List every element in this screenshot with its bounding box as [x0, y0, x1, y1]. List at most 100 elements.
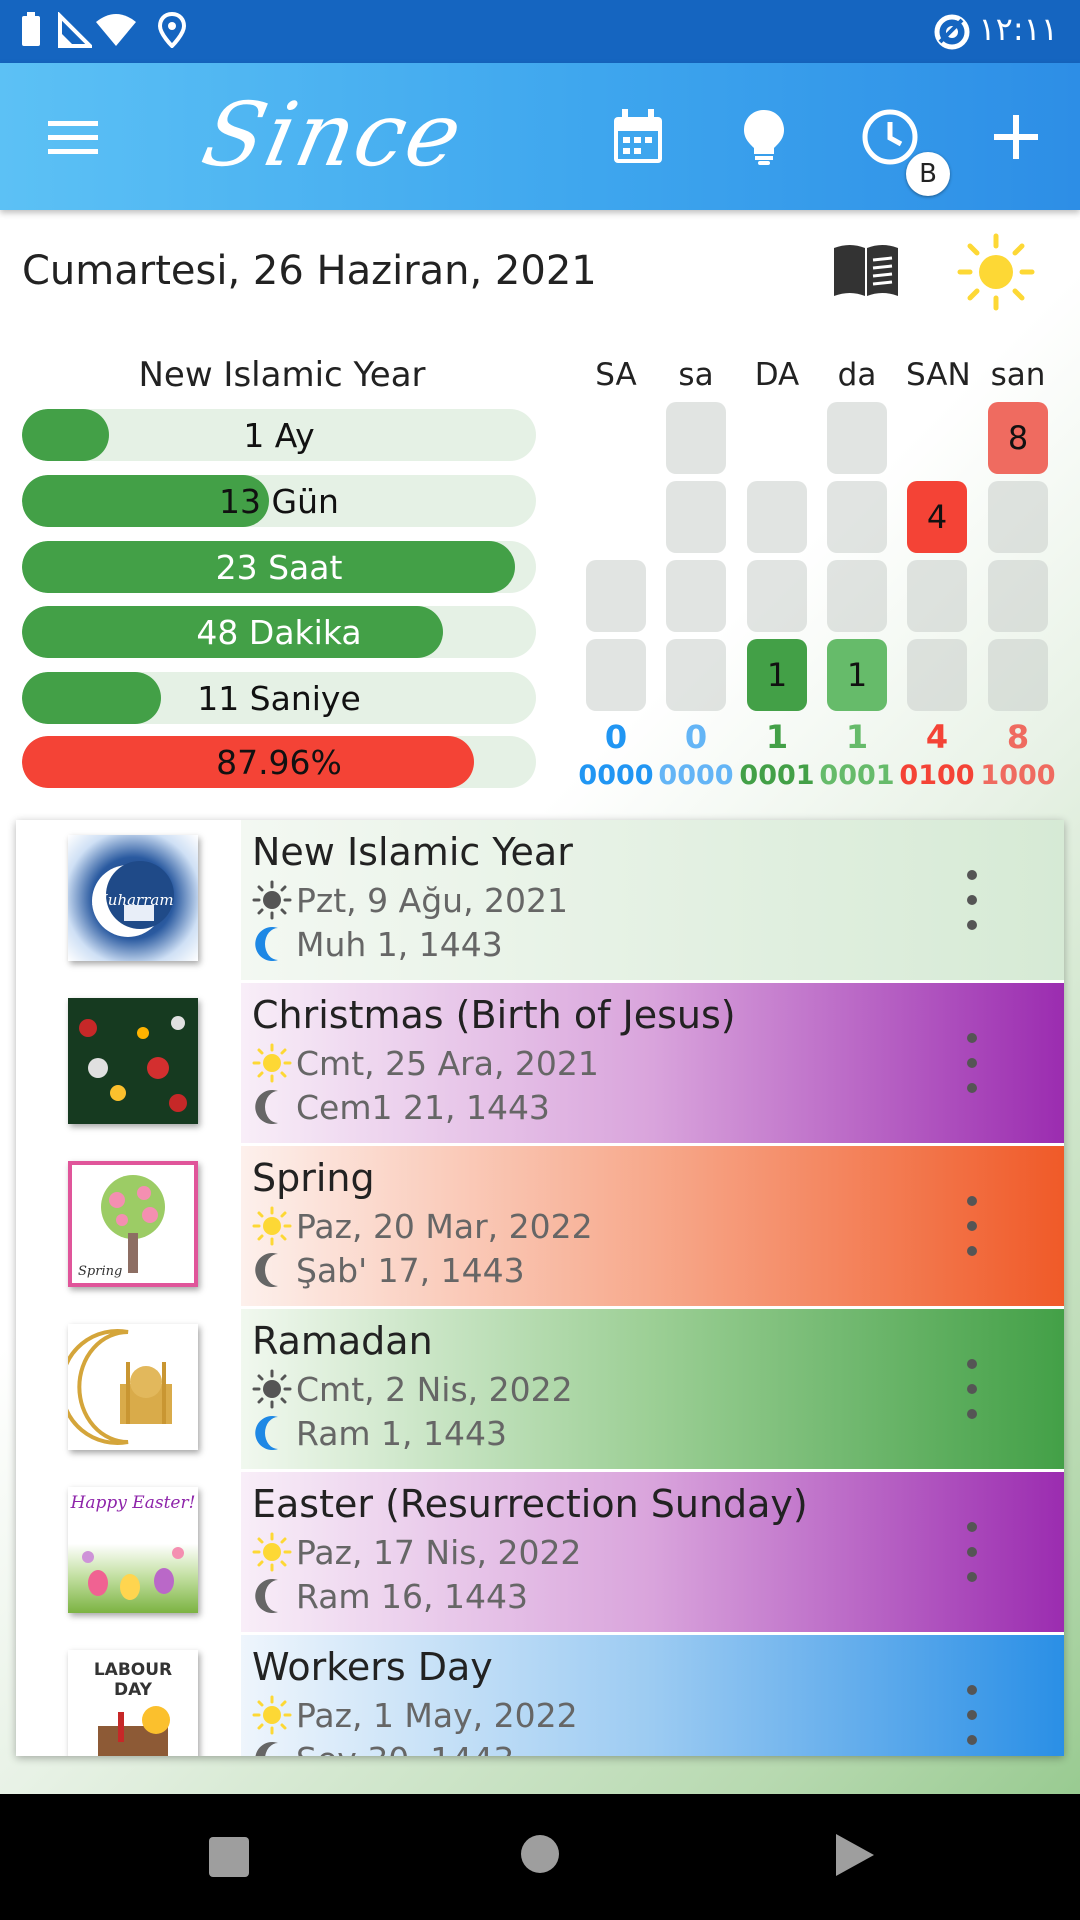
signal-icon	[58, 12, 92, 48]
more-button[interactable]	[952, 870, 992, 930]
back-button[interactable]	[834, 1832, 876, 1882]
sun-icon	[957, 233, 1035, 311]
list-item[interactable]: Christmas (Birth of Jesus) Cmt, 25 Ara, …	[16, 983, 1064, 1143]
progress-bar: 13 Gün	[22, 475, 536, 527]
recents-button[interactable]	[208, 1836, 250, 1882]
gregorian-date-text: Paz, 1 May, 2022	[296, 1695, 578, 1735]
gregorian-date-text: Cmt, 2 Nis, 2022	[296, 1369, 573, 1409]
book-button[interactable]	[832, 242, 900, 302]
binary-cell	[827, 402, 887, 474]
hijri-date-text: Ram 16, 1443	[296, 1576, 529, 1616]
home-icon	[521, 1835, 559, 1873]
hijri-date-text: Muh 1, 1443	[296, 924, 503, 964]
column-binary: 1000	[980, 760, 1056, 791]
ramadan-crescent-image	[68, 1324, 198, 1450]
thumb-caption: LABOUR DAY	[93, 1660, 173, 1700]
current-date: Cumartesi, 26 Haziran, 2021	[22, 248, 597, 294]
binary-cell	[827, 481, 887, 553]
binary-cell: 1	[827, 639, 887, 711]
clock-icon	[862, 109, 918, 165]
home-button[interactable]	[520, 1834, 560, 1878]
add-icon	[994, 115, 1038, 159]
thumb-caption: Muharram	[92, 891, 174, 909]
gregorian-date: Cmt, 2 Nis, 2022	[252, 1369, 573, 1409]
event-list[interactable]: Muharram New Islamic Year Pzt, 9 Ağu, 20…	[16, 820, 1064, 1756]
theme-button[interactable]	[956, 232, 1036, 316]
more-button[interactable]	[952, 1196, 992, 1256]
gregorian-date-text: Paz, 17 Nis, 2022	[296, 1532, 582, 1572]
progress-bar: 1 Ay	[22, 409, 536, 461]
more-button[interactable]	[952, 1685, 992, 1745]
binary-cell	[586, 560, 646, 632]
moon-icon	[252, 1739, 292, 1756]
binary-cell	[666, 402, 726, 474]
countdown-title: New Islamic Year	[138, 355, 426, 395]
list-item[interactable]: LABOUR DAY Workers Day Paz, 1 May, 2022 …	[16, 1635, 1064, 1756]
column-count: 1	[845, 718, 869, 756]
progress-label: 23 Saat	[215, 547, 343, 587]
tips-button[interactable]	[728, 101, 800, 173]
column-binary: 0000	[658, 760, 734, 791]
binary-cell	[827, 560, 887, 632]
sun-icon	[252, 1369, 292, 1409]
status-time: ١٢:١١	[978, 10, 1058, 48]
event-title: Christmas (Birth of Jesus)	[252, 993, 736, 1037]
more-button[interactable]	[952, 1522, 992, 1582]
more-button[interactable]	[952, 1033, 992, 1093]
moon-icon	[252, 1576, 292, 1616]
gregorian-date: Cmt, 25 Ara, 2021	[252, 1043, 599, 1083]
menu-button[interactable]	[37, 101, 109, 173]
moon-icon	[252, 1250, 292, 1290]
list-item[interactable]: Spring Spring Paz, 20 Mar, 2022 Şab' 17,…	[16, 1146, 1064, 1306]
column-count: 0	[604, 718, 628, 756]
binary-cell	[988, 639, 1048, 711]
binary-cell	[747, 481, 807, 553]
thumb-caption: Happy Easter!	[70, 1493, 196, 1513]
progress-label: 87.96%	[216, 742, 342, 782]
list-item[interactable]: Muharram New Islamic Year Pzt, 9 Ağu, 20…	[16, 820, 1064, 980]
gregorian-date-text: Pzt, 9 Ağu, 2021	[296, 880, 569, 920]
hijri-date: Muh 1, 1443	[252, 924, 503, 964]
column-header: san	[990, 357, 1046, 393]
list-item[interactable]: Happy Easter! Easter (Resurrection Sunda…	[16, 1472, 1064, 1632]
column-count: 4	[925, 718, 949, 756]
hijri-date: Ram 16, 1443	[252, 1576, 528, 1616]
easter-eggs-image: Happy Easter!	[68, 1487, 198, 1613]
sun-icon	[252, 880, 292, 920]
gregorian-date-text: Paz, 20 Mar, 2022	[296, 1206, 593, 1246]
event-title: New Islamic Year	[252, 830, 573, 874]
lightbulb-icon	[744, 110, 784, 165]
progress-label: 1 Ay	[243, 415, 315, 455]
column-header: SAN	[906, 357, 971, 393]
hijri-date-text: Cem1 21, 1443	[296, 1087, 550, 1127]
event-title: Easter (Resurrection Sunday)	[252, 1482, 808, 1526]
gregorian-date: Pzt, 9 Ağu, 2021	[252, 880, 568, 920]
moon-icon	[252, 924, 292, 964]
calendar-icon	[614, 109, 662, 163]
hijri-date: Cem1 21, 1443	[252, 1087, 550, 1127]
column-binary: 0001	[819, 760, 895, 791]
binary-cell	[666, 481, 726, 553]
progress-bar: 87.96%	[22, 736, 536, 788]
hijri-date-text: Şev 30, 1443	[296, 1740, 514, 1757]
add-button[interactable]	[980, 101, 1052, 173]
hijri-date: Şab' 17, 1443	[252, 1250, 525, 1290]
list-item[interactable]: Ramadan Cmt, 2 Nis, 2022 Ram 1, 1443	[16, 1309, 1064, 1469]
thumb-caption: Spring	[78, 1264, 123, 1279]
gregorian-date: Paz, 17 Nis, 2022	[252, 1532, 581, 1572]
column-header: SA	[595, 357, 637, 393]
clock-badge: B	[906, 152, 950, 196]
binary-cell	[988, 560, 1048, 632]
wifi-icon	[96, 14, 136, 46]
column-header: DA	[754, 357, 800, 393]
more-button[interactable]	[952, 1359, 992, 1419]
spring-tree-image: Spring	[68, 1161, 198, 1287]
menu-icon	[48, 121, 98, 154]
sun-icon	[252, 1206, 292, 1246]
binary-cell	[988, 481, 1048, 553]
app-logo: Since	[194, 83, 473, 186]
calendar-button[interactable]	[602, 101, 674, 173]
binary-cell	[586, 639, 646, 711]
progress-bar: 23 Saat	[22, 541, 536, 593]
battery-icon	[22, 12, 40, 46]
